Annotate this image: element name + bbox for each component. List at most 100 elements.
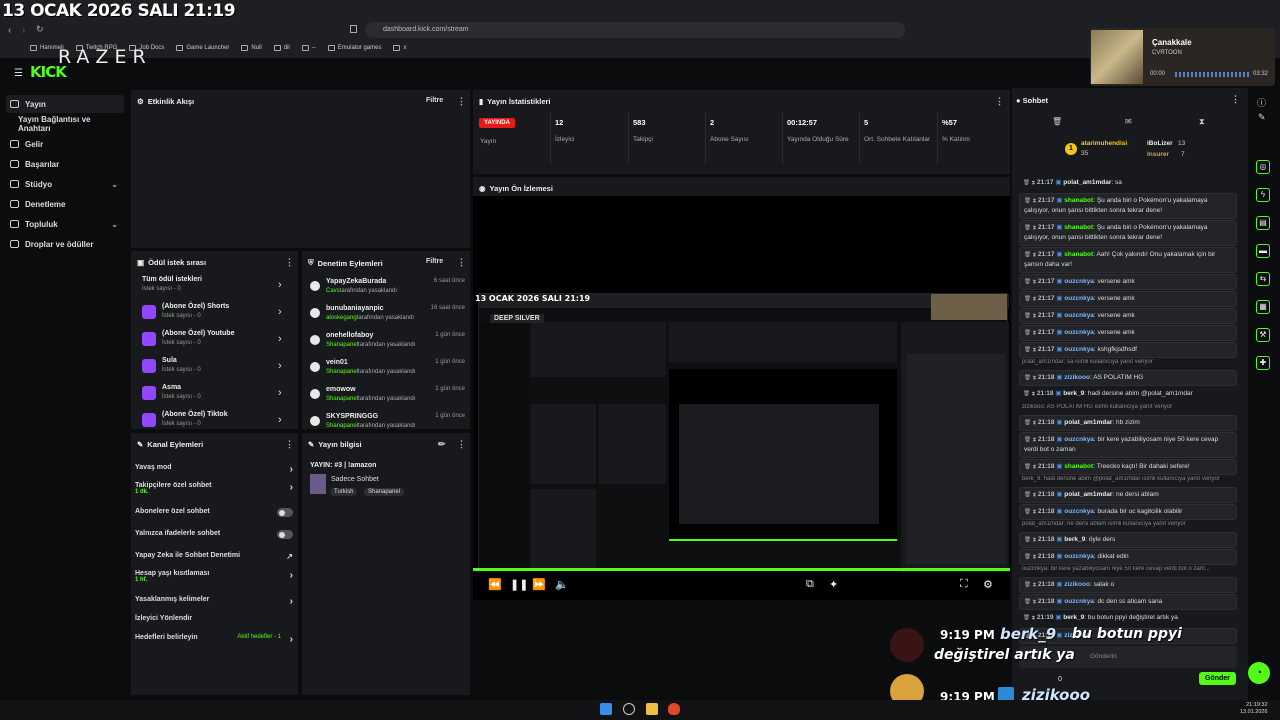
channel-action-row[interactable]: Yalnızca ifadelerle sohbet [135,530,295,539]
message-user[interactable]: shanabot [1064,224,1093,231]
mod-tools-icon[interactable]: 🗑 ⧗ [1024,279,1038,285]
external-link-icon[interactable]: ↗ [286,552,293,561]
chat-message[interactable]: 🗑 ⧗ 21:17 ▣ ouzcnkya: versene amk [1019,274,1237,290]
menu-icon[interactable]: ☰ [14,68,23,79]
puzzle-icon[interactable]: ✚ [1256,356,1270,370]
mod-tools-icon[interactable]: 🗑 ⧗ [1023,391,1037,397]
volume-icon[interactable]: 🔈 [555,578,569,591]
channel-action-row[interactable]: Hedefleri belirleyin Aktif hedefler - 1 › [135,634,295,645]
moderator-name[interactable]: Shanapanel [326,369,358,375]
mod-tools-icon[interactable]: 🗑 ⧗ [1024,330,1038,336]
chevron-right-icon[interactable]: › [278,306,282,318]
forward-icon[interactable]: ⏩ [532,578,546,591]
mod-tools-icon[interactable]: 🗑 ⧗ [1024,296,1038,302]
channel-action-row[interactable]: İzleyici Yönlendir [135,615,295,622]
layout-icon[interactable]: ▦ [1256,300,1270,314]
channel-action-row[interactable]: Yasaklanmış kelimeler › [135,596,295,607]
message-user[interactable]: ouzcnkya [1064,508,1094,515]
chevron-right-icon[interactable]: › [290,482,293,493]
mod-tools-icon[interactable]: 🗑 ⧗ [1024,198,1038,204]
channel-action-row[interactable]: Hesap yaşı kısıtlaması 1 hf. › [135,570,295,583]
moderation-user[interactable]: onehellofaboy [326,332,373,339]
windows-start-icon[interactable] [600,703,612,715]
chat-message[interactable]: 🗑 ⧗ 21:17 ▣ shanabot: Şu anda biri o Pok… [1019,220,1237,246]
channel-action-row[interactable]: Yavaş mod › [135,464,295,475]
channel-action-row[interactable]: Takipçilere özel sohbet 1 dk. › [135,482,295,495]
message-user[interactable]: ouzcnkya [1064,553,1094,560]
moderator-name[interactable]: Shanapanel [326,423,358,429]
moderation-user[interactable]: emowow [326,386,356,393]
kick-logo[interactable]: KICK [30,63,67,81]
edit-icon[interactable]: ✏ [438,439,446,450]
chat-message[interactable]: 🗑 ⧗ 21:18 ▣ ouzcnkya: dc den ss aticam s… [1019,594,1237,610]
moderation-filter-button[interactable]: Filtre [426,258,443,265]
swap-icon[interactable]: ⇆ [1256,272,1270,286]
sidebar-item-0[interactable]: Yayın [6,95,124,113]
chat-message[interactable]: 🗑 ⧗ 21:18 ▣ ouzcnkya: bir kere yazabiliy… [1019,432,1237,458]
back-icon[interactable]: ‹ [8,25,11,36]
mod-tools-icon[interactable]: 🗑 ⧗ [1024,599,1038,605]
channel-action-row[interactable]: Abonelere özel sohbet [135,508,295,517]
mod-tools-icon[interactable]: 🗑 ⧗ [1024,554,1038,560]
bookmark-item[interactable]: Game Launcher [176,42,229,54]
bookmark-icon[interactable] [350,25,357,33]
chat-message[interactable]: 🗑 ⧗ 21:17 ▣ ouzcnkya: versene amk [1019,308,1237,324]
bookmark-item[interactable]: dil [273,42,290,54]
reward-item[interactable]: (Abone Özel) Youtube İstek sayısı - 0 › [140,330,290,354]
mod-tools-icon[interactable]: 🗑 ⧗ [1023,180,1037,186]
more-icon[interactable]: ⋮ [995,96,1004,107]
chat-message[interactable]: 🗑 ⧗ 21:17 ▣ polat_am1mdar: sa [1019,176,1237,190]
message-user[interactable]: ouzcnkya [1064,312,1094,319]
preview-progress[interactable] [473,568,1010,571]
tool-icon[interactable]: ⚒ [1256,328,1270,342]
more-icon[interactable]: ⋮ [285,439,294,450]
chat-message[interactable]: 🗑 ⧗ 21:18 ▣ berk_9: öyle ders [1019,532,1237,548]
more-icon[interactable]: ⋮ [285,257,294,268]
message-user[interactable]: berk_9 [1063,614,1084,621]
moderator-name[interactable]: aloskegang [326,315,357,321]
mod-tools-icon[interactable]: 🗑 ⧗ [1024,375,1038,381]
file-explorer-icon[interactable] [646,703,658,715]
tag-chip[interactable]: Turkish [330,488,358,496]
moderator-name[interactable]: Cavs [326,288,340,294]
mod-tools-icon[interactable]: 🗑 ⧗ [1024,509,1038,515]
sidebar-item-4[interactable]: Stüdyo ⌄ [6,175,124,193]
moderation-user[interactable]: bunubaniayanpic [326,305,384,312]
sidebar-item-7[interactable]: Droplar ve ödüller [6,235,124,253]
message-user[interactable]: ouzcnkya [1064,346,1094,353]
assistant-icon[interactable]: ◔ [1248,662,1270,684]
tag-chip[interactable]: Shanapanel [364,488,405,496]
message-user[interactable]: ouzcnkya [1064,436,1094,443]
clipboard-icon[interactable]: ▤ [1256,216,1270,230]
address-bar[interactable]: dashboard.kick.com/stream [365,22,905,38]
chevron-down-icon[interactable]: ⌄ [111,180,118,189]
reward-item[interactable]: (Abone Özel) Shorts İstek sayısı - 0 › [140,303,290,327]
rewind-icon[interactable]: ⏪ [488,578,502,591]
message-user[interactable]: shanabot [1064,251,1093,258]
mod-tools-icon[interactable]: 🗑 ⧗ [1024,420,1038,426]
chevron-right-icon[interactable]: › [278,333,282,345]
camera-icon[interactable]: ◎ [1256,160,1270,174]
edit-icon[interactable]: ✎ [1258,112,1266,123]
sidebar-item-3[interactable]: Başarılar [6,155,124,173]
mod-tools-icon[interactable]: 🗑 ⧗ [1024,347,1038,353]
forward-icon[interactable]: › [22,25,25,36]
sidebar-item-2[interactable]: Gelir [6,135,124,153]
more-icon[interactable]: ⋮ [457,439,466,450]
moderator-name[interactable]: Shanapanel [326,342,358,348]
fullscreen-icon[interactable]: ⛶ [960,578,968,591]
chevron-right-icon[interactable]: › [278,279,282,291]
chevron-right-icon[interactable]: › [290,634,293,645]
mod-tools-icon[interactable]: 🗑 ⧗ [1024,582,1038,588]
lightning-icon[interactable]: ϟ [1256,188,1270,202]
moderation-user[interactable]: YapayZekaBurada [326,278,386,285]
chat-message[interactable]: 🗑 ⧗ 21:18 ▣ polat_am1mdar: hb zizim [1019,415,1237,431]
chevron-right-icon[interactable]: › [290,464,293,475]
chat-message[interactable]: 🗑 ⧗ 21:17 ▣ shanabot: Şu anda biri o Pok… [1019,193,1237,219]
info-icon[interactable]: ⓘ [1257,96,1266,109]
channel-action-row[interactable]: Yapay Zeka ile Sohbet Denetimi ↗ [135,552,295,561]
bookmark-item[interactable]: Null [241,42,262,54]
sidebar-item-5[interactable]: Denetleme [6,195,124,213]
toggle-switch[interactable] [277,530,293,539]
toggle-switch[interactable] [277,508,293,517]
